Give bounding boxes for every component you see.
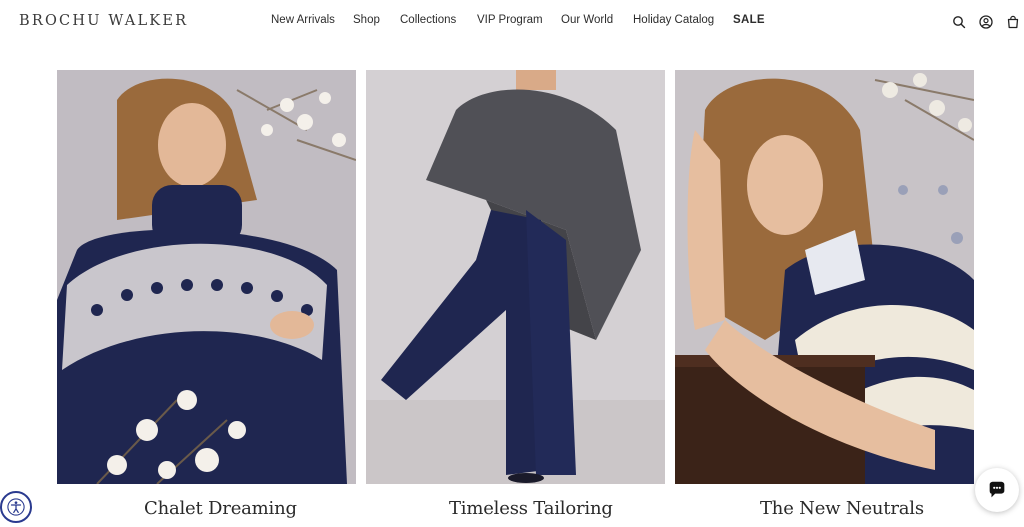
collection-card-timeless-tailoring[interactable] bbox=[366, 70, 665, 484]
collection-image-the-new-neutrals bbox=[675, 70, 974, 484]
chat-icon bbox=[989, 481, 1005, 498]
collection-image-chalet-dreaming bbox=[57, 70, 356, 484]
search-icon[interactable] bbox=[952, 15, 966, 29]
collection-title-the-new-neutrals[interactable]: The New Neutrals bbox=[760, 498, 924, 519]
brand-logo[interactable]: BROCHU WALKER bbox=[19, 13, 188, 29]
collection-title-chalet-dreaming[interactable]: Chalet Dreaming bbox=[144, 498, 297, 519]
nav-shop[interactable]: Shop bbox=[353, 14, 380, 26]
cart-icon[interactable] bbox=[1006, 15, 1020, 29]
nav-holiday-catalog[interactable]: Holiday Catalog bbox=[633, 14, 714, 26]
nav-new-arrivals[interactable]: New Arrivals bbox=[271, 14, 335, 26]
chat-button[interactable] bbox=[975, 468, 1019, 512]
site-header: BROCHU WALKER New Arrivals Shop Collecti… bbox=[0, 0, 1024, 46]
collection-card-the-new-neutrals[interactable] bbox=[675, 70, 974, 484]
brand-logo-text: BROCHU WALKER bbox=[19, 13, 189, 29]
accessibility-button[interactable] bbox=[0, 491, 32, 523]
nav-sale[interactable]: SALE bbox=[733, 14, 765, 26]
account-icon[interactable] bbox=[979, 15, 993, 29]
collection-image-timeless-tailoring bbox=[366, 70, 665, 484]
nav-our-world[interactable]: Our World bbox=[561, 14, 613, 26]
collection-card-chalet-dreaming[interactable] bbox=[57, 70, 356, 484]
nav-collections[interactable]: Collections bbox=[400, 14, 456, 26]
accessibility-icon bbox=[7, 498, 25, 516]
nav-vip-program[interactable]: VIP Program bbox=[477, 14, 543, 26]
collection-title-timeless-tailoring[interactable]: Timeless Tailoring bbox=[449, 498, 613, 519]
